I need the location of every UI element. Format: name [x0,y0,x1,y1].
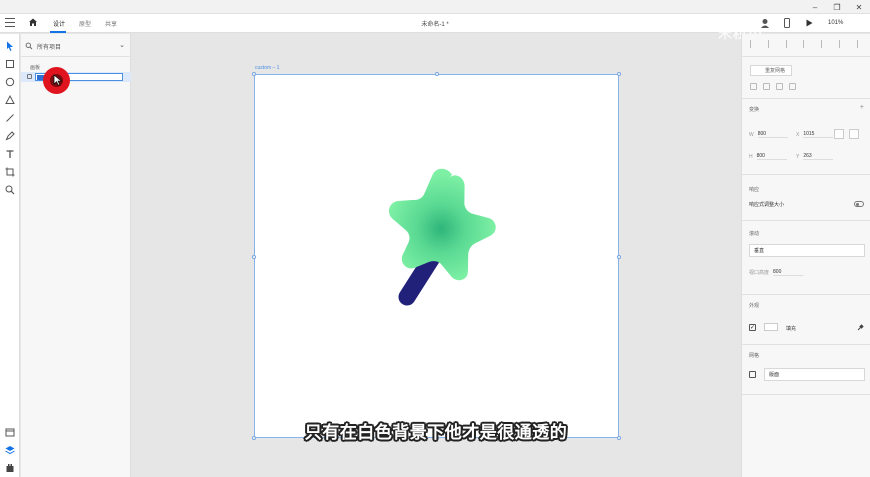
layers-section-label: 画板 [30,65,41,71]
pen-icon[interactable] [4,130,16,142]
scroll-label: 滚动 [749,231,760,237]
layers-search[interactable]: 所有项目 ⌄ [25,40,127,52]
union-icon[interactable] [750,83,757,90]
grid-checkbox[interactable] [749,371,756,378]
phone-icon[interactable] [780,17,794,29]
distribute-icon[interactable] [803,40,811,48]
layer-row-artboard[interactable] [21,72,131,82]
cursor-icon [53,74,63,86]
zoom-level[interactable]: 101% [824,17,854,29]
divider [742,174,870,175]
layers-panel: 所有项目 ⌄ 画板 [21,34,131,477]
responsive-toggle[interactable] [854,201,864,207]
scroll-value: 垂直 [754,248,765,254]
align-left-icon[interactable] [750,40,758,48]
add-icon[interactable]: + [860,104,864,111]
align-bottom-icon[interactable] [856,40,865,48]
responsive-resize-label: 响应式调整大小 [749,202,785,208]
landscape-icon[interactable] [849,129,859,139]
line-icon[interactable] [4,112,16,124]
fill-label: 填充 [786,326,797,332]
tool-bar [0,34,20,477]
layers-icon[interactable] [4,444,16,456]
divider [742,56,870,57]
divider [742,220,870,221]
select-icon[interactable] [4,40,16,52]
x-field[interactable]: X 1015 [796,131,834,138]
polygon-icon[interactable] [4,94,16,106]
wand-star [388,168,496,281]
grid-label: 网格 [749,353,760,359]
divider [742,98,870,99]
repeat-grid-button[interactable]: 重复网格 [750,65,792,76]
portrait-icon[interactable] [834,129,844,139]
appearance-label: 外观 [749,303,760,309]
align-right-icon[interactable] [785,40,794,48]
responsive-label: 响应 [749,187,760,193]
repeat-grid-label: 重复网格 [765,68,786,74]
window-controls: – ❐ ✕ [804,0,870,14]
plugins-icon[interactable] [4,462,16,474]
height-field[interactable]: H 800 [749,153,787,160]
align-toolbar [750,40,865,50]
resize-handle[interactable] [617,72,621,76]
fill-checkbox[interactable]: ✓ [749,324,756,331]
width-field[interactable]: W 800 [749,131,788,138]
artboard-layer-icon [27,74,32,79]
artboard-icon[interactable] [4,166,16,178]
search-icon [25,42,33,50]
resize-handle[interactable] [435,72,439,76]
align-center-icon[interactable] [767,40,776,48]
grid-value: 版面 [769,372,780,378]
y-field[interactable]: Y 263 [796,153,834,160]
divider [742,394,870,395]
video-subtitle: 只有在白色背景下他才是很通透的 [304,423,568,442]
play-icon[interactable] [802,17,816,29]
text-icon[interactable] [4,148,16,160]
title-bar: – ❐ ✕ [0,0,870,14]
magic-wand-illustration[interactable] [255,75,620,439]
divider [742,294,870,295]
resize-handle[interactable] [252,72,256,76]
canvas: custom – 1 只有在白色背景下他才是很通透的 [131,34,741,477]
transform-label: 变换 [749,107,760,113]
ellipse-icon[interactable] [4,76,16,88]
divider [21,56,131,57]
artboard[interactable] [252,72,621,440]
scroll-select[interactable]: 垂直 [749,244,865,257]
zoom-icon[interactable] [4,184,16,196]
divider [742,344,870,345]
fill-swatch[interactable] [764,323,778,331]
subtract-icon[interactable] [763,83,770,90]
close-icon[interactable]: ✕ [848,0,870,14]
active-tab-indicator [50,31,66,33]
properties-panel: 重复网格 变换 + W 800 X 1015 H 800 Y 263 响应 响应式调整大… [741,34,870,477]
resize-handle[interactable] [617,255,621,259]
intersect-icon[interactable] [776,83,783,90]
align-top-icon[interactable] [821,40,829,48]
grid-select[interactable]: 版面 [764,368,865,381]
eyedropper-icon[interactable] [857,324,864,331]
chevron-down-icon[interactable]: ⌄ [119,41,125,49]
exclude-icon[interactable] [789,83,796,90]
assets-icon[interactable] [4,426,16,438]
align-middle-icon[interactable] [839,40,847,48]
rectangle-icon[interactable] [4,58,16,70]
maximize-icon[interactable]: ❐ [826,0,848,14]
boolean-ops [750,83,796,90]
resize-handle[interactable] [252,255,256,259]
app-window: – ❐ ✕ 设计 原型 共享 未命名-1 * 101% 所有项目 ⌄ 画板 cu… [0,0,870,477]
minimize-icon[interactable]: – [804,0,826,14]
layers-search-text: 所有项目 [37,44,62,51]
viewport-height-field[interactable]: 视口高度 800 [749,269,804,276]
artboard-label[interactable]: custom – 1 [255,65,279,71]
